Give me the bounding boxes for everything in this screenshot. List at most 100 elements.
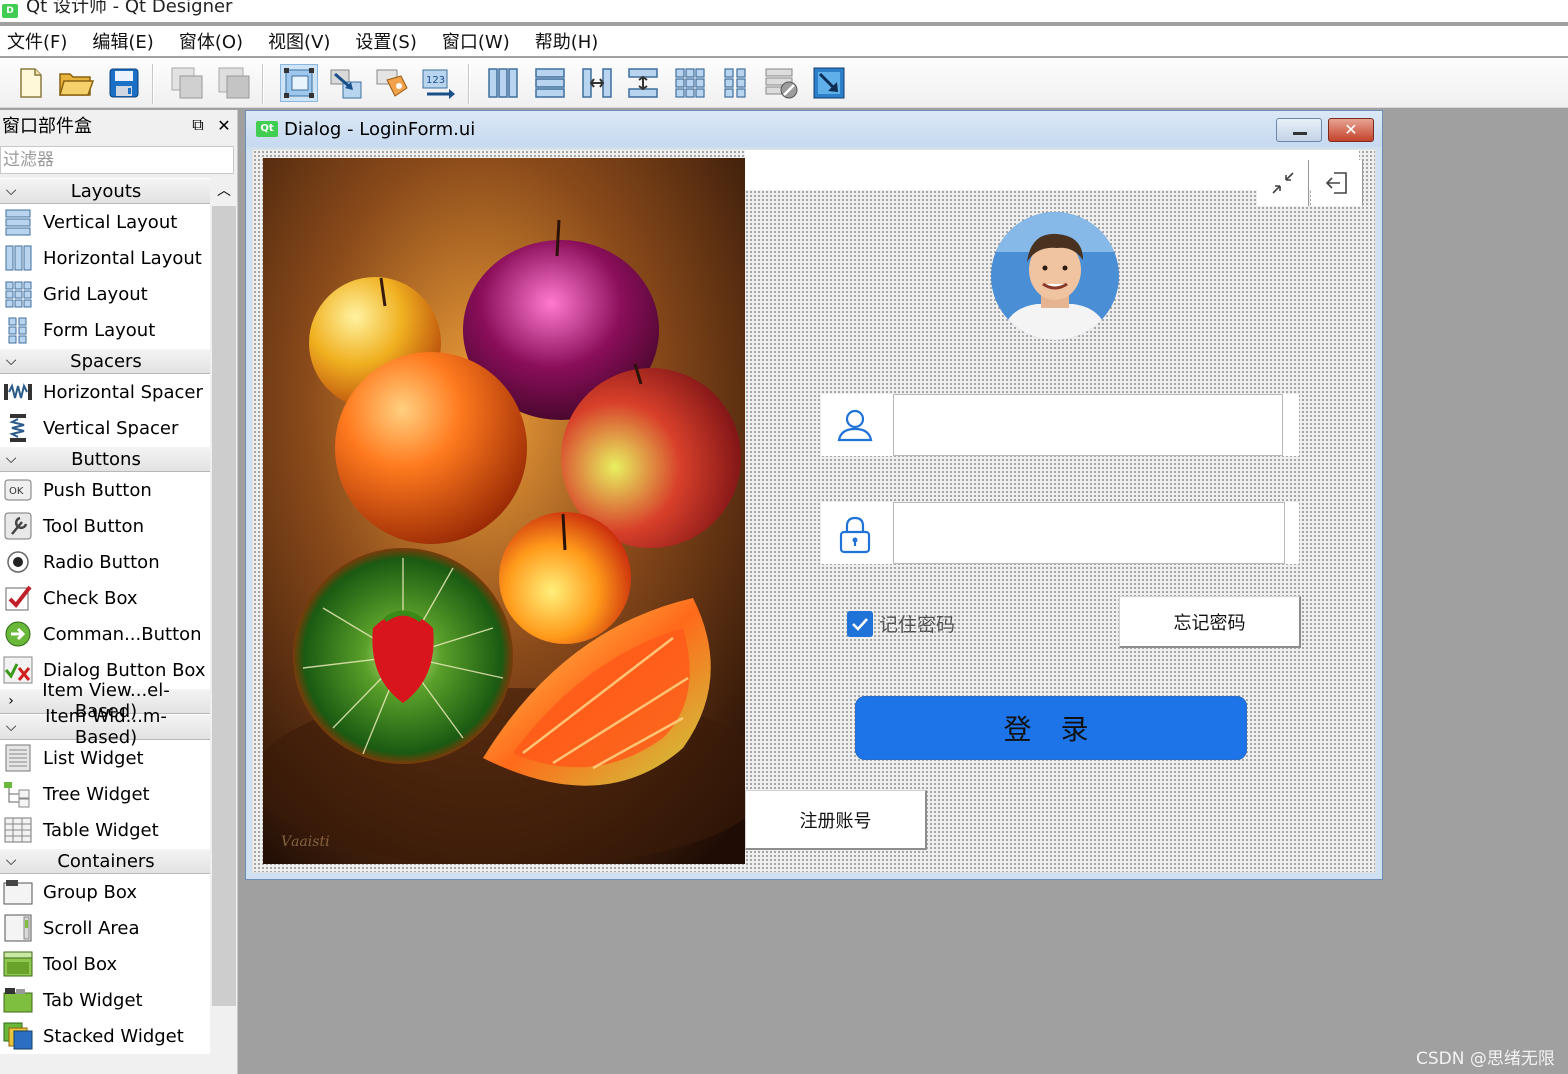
widget-item-scroll-area[interactable]: Scroll Area [0,910,210,946]
widget-item-grid-layout[interactable]: Grid Layout [0,276,210,312]
chevron-down-icon: ⌵ [5,451,17,467]
widget-filter-input[interactable] [0,146,234,174]
widget-item-tree-widget[interactable]: Tree Widget [0,776,210,812]
float-dock-icon[interactable]: ⧉ [185,115,211,135]
chevron-down-icon: ⌵ [5,353,17,369]
widget-item-form-layout[interactable]: Form Layout [0,312,210,348]
username-row [821,394,1299,456]
tab-widget-icon [3,985,33,1015]
form-window: Qt Dialog - LoginForm.ui ✕ Ⅴaaisti 记住密码 … [245,110,1383,880]
edit-buddies-icon[interactable] [373,64,411,102]
exit-button[interactable] [1311,160,1363,206]
close-button[interactable]: ✕ [1328,118,1374,142]
widget-item-command-link-button[interactable]: Comman...Button [0,616,210,652]
widget-item-horizontal-layout[interactable]: Horizontal Layout [0,240,210,276]
widget-item-label: Vertical Spacer [43,417,179,439]
command-link-icon [3,619,33,649]
vertical-spacer-icon [3,413,33,443]
widget-item-check-box[interactable]: Check Box [0,580,210,616]
remember-password-checkbox[interactable]: 记住密码 [847,610,955,637]
widget-item-label: Radio Button [43,551,160,573]
layout-vertical-splitter-icon[interactable] [624,64,662,102]
menu-help[interactable]: 帮助(H) [535,28,599,54]
scrollbar-thumb[interactable] [212,206,236,1006]
forgot-password-button[interactable]: 忘记密码 [1119,596,1301,648]
layout-horizontal-splitter-icon[interactable] [578,64,616,102]
chevron-down-icon: ⌵ [5,853,17,869]
checkbox-checked-icon[interactable] [847,610,873,637]
check-box-icon [3,583,33,613]
shrink-window-button[interactable] [1257,160,1309,206]
lock-icon [839,516,871,554]
close-dock-icon[interactable]: ✕ [211,116,237,135]
toolbar-separator [262,64,264,104]
scroll-up-icon[interactable]: ︿ [212,178,236,204]
category-label: Containers [57,850,155,872]
adjust-size-icon[interactable] [810,64,848,102]
widget-list-scrollbar[interactable]: ︿ [212,178,236,1074]
collapse-arrows-icon [1271,172,1294,194]
widget-item-vertical-spacer[interactable]: Vertical Spacer [0,410,210,446]
category-buttons[interactable]: ⌵ Buttons [0,446,210,472]
widget-item-tool-box[interactable]: Tool Box [0,946,210,982]
password-input[interactable] [893,502,1285,564]
group-box-icon [3,877,33,907]
widget-item-label: Horizontal Spacer [43,381,203,403]
push-button-icon: OK [3,475,33,505]
category-layouts[interactable]: ⌵ Layouts [0,178,210,204]
widget-item-horizontal-spacer[interactable]: Horizontal Spacer [0,374,210,410]
widget-item-push-button[interactable]: OK Push Button [0,472,210,508]
minimize-button[interactable] [1276,118,1322,142]
widget-item-label: Scroll Area [43,917,140,939]
widget-item-table-widget[interactable]: Table Widget [0,812,210,848]
menu-form[interactable]: 窗体(O) [179,28,243,54]
edit-tab-order-icon[interactable]: 123 [420,64,458,102]
widget-item-label: Tool Box [43,953,118,975]
category-spacers[interactable]: ⌵ Spacers [0,348,210,374]
remember-password-label: 记住密码 [879,614,956,636]
chevron-down-icon: ⌵ [5,183,17,199]
menu-settings[interactable]: 设置(S) [355,28,416,54]
new-file-icon[interactable] [12,64,50,102]
category-item-widgets[interactable]: ⌵ Item Wid...m-Based) [0,706,210,748]
widget-item-tool-button[interactable]: Tool Button [0,508,210,544]
menu-file[interactable]: 文件(F) [7,28,67,54]
break-layout-icon[interactable] [763,64,801,102]
category-containers[interactable]: ⌵ Containers [0,848,210,874]
layout-horizontal-icon[interactable] [484,64,522,102]
layout-vertical-icon[interactable] [531,64,569,102]
widget-item-label: Dialog Button Box [43,659,206,681]
register-button[interactable]: 注册账号 [745,790,927,850]
widget-item-group-box[interactable]: Group Box [0,874,210,910]
widget-box-title: 窗口部件盒 [2,116,92,137]
widget-item-tab-widget[interactable]: Tab Widget [0,982,210,1018]
edit-signals-slots-icon[interactable] [327,64,365,102]
category-label: Buttons [71,448,141,470]
menu-edit[interactable]: 编辑(E) [92,28,153,54]
layout-grid-icon[interactable] [671,64,709,102]
scroll-area-icon [3,913,33,943]
save-icon[interactable] [105,64,143,102]
menu-window[interactable]: 窗口(W) [442,28,510,54]
widget-item-radio-button[interactable]: Radio Button [0,544,210,580]
open-folder-icon[interactable] [57,64,95,102]
svg-text:123: 123 [426,75,445,86]
widget-list: ⌵ Layouts Vertical Layout Horizontal Lay… [0,178,210,1074]
menu-view[interactable]: 视图(V) [268,28,330,54]
copy-window-icon[interactable] [168,64,206,102]
widget-item-label: Form Layout [43,319,156,341]
login-button[interactable]: 登 录 [855,696,1247,760]
widget-item-stacked-widget[interactable]: Stacked Widget [0,1018,210,1054]
widget-item-label: Horizontal Layout [43,247,202,269]
widget-box-dock: 窗口部件盒 ⧉ ✕ ⌵ Layouts Vertical Layout Hori… [0,110,238,1074]
toolbar-separator [468,64,470,104]
edit-widgets-icon[interactable] [280,64,318,102]
horizontal-layout-icon [3,243,33,273]
paste-window-icon[interactable] [215,64,253,102]
category-label: Layouts [70,180,142,202]
layout-form-icon[interactable] [717,64,755,102]
widget-item-vertical-layout[interactable]: Vertical Layout [0,204,210,240]
form-layout-icon [3,315,33,345]
table-widget-icon [3,815,33,845]
username-input[interactable] [893,394,1283,456]
